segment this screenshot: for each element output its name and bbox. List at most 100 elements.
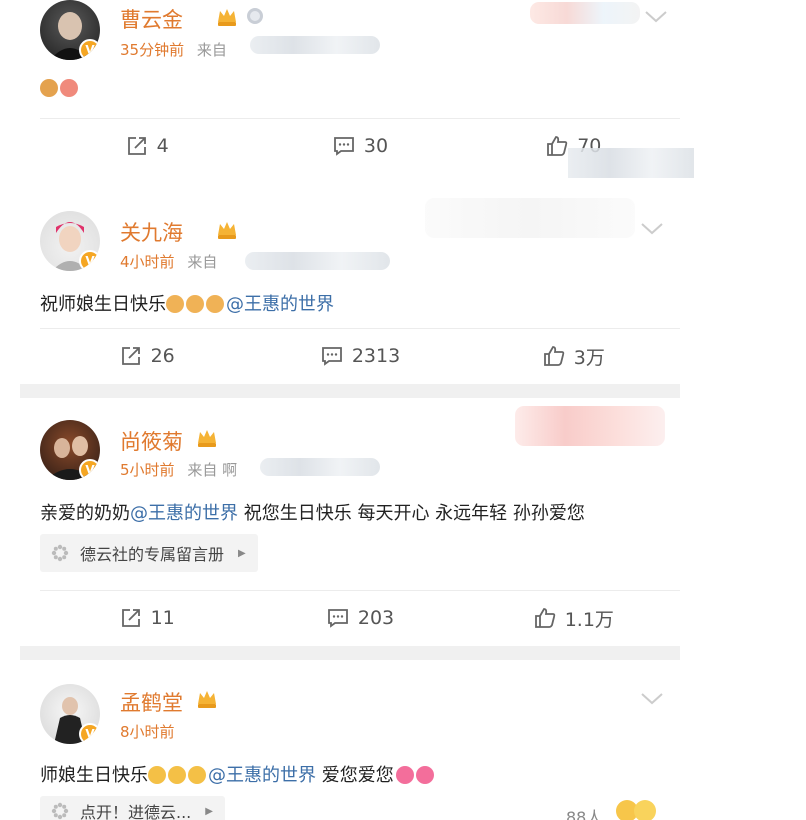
post-text: 祝师娘生日快乐 (40, 294, 166, 315)
crown-icon (198, 430, 216, 447)
verified-badge-icon: V (79, 723, 100, 744)
action-bar: 26 2313 3万 (40, 336, 680, 376)
comment-button[interactable]: 30 (253, 126, 466, 166)
cake-icon (186, 295, 204, 313)
post-meta: 4小时前 来自 (120, 251, 217, 272)
user-name[interactable]: 孟鹤堂 (120, 687, 183, 717)
share-count: 4 (156, 135, 169, 157)
post-meta: 35分钟前 来自 (120, 39, 227, 60)
blurred-decoration (530, 2, 640, 24)
crown-icon (218, 222, 236, 239)
post-2: V 关九海 4小时前 来自 祝师娘生日快乐 @王惠的世界 26 2313 3万 (20, 190, 680, 384)
flower-icon (51, 544, 69, 562)
post-text-tail: 祝您生日快乐 每天开心 永远年轻 孙孙爱您 (238, 503, 585, 524)
share-icon (121, 347, 140, 365)
grinning-face-icon (634, 800, 656, 820)
tag-label: 德云社的专属留言册 (80, 545, 225, 564)
share-icon (121, 609, 140, 627)
topic-tag[interactable]: 德云社的专属留言册 ▶ (40, 534, 258, 572)
share-button[interactable]: 26 (40, 336, 253, 376)
blurred-source (250, 36, 380, 54)
blurred-decoration (425, 198, 635, 238)
crying-face-icon (168, 766, 186, 784)
post-text: 师娘生日快乐 (40, 765, 148, 786)
chevron-down-icon[interactable] (644, 10, 668, 24)
avatar[interactable]: V (40, 420, 100, 480)
emoji-stack (616, 800, 660, 820)
medal-icon (247, 8, 263, 24)
post-source: 来自 啊 (187, 461, 238, 479)
like-button[interactable]: 1.1万 (467, 598, 680, 638)
flower-icon (51, 802, 69, 820)
post-4: V 孟鹤堂 8小时前 师娘生日快乐 @王惠的世界 爱您爱您 点开！进德云... ▶… (20, 660, 680, 820)
verified-badge-icon: V (79, 250, 100, 271)
heart-icon (415, 766, 434, 784)
like-button[interactable]: 3万 (467, 336, 680, 376)
chevron-down-icon[interactable] (640, 222, 664, 236)
post-time: 5小时前 (120, 461, 175, 479)
post-content: 师娘生日快乐 @王惠的世界 爱您爱您 (40, 761, 436, 787)
comment-count: 203 (357, 607, 395, 629)
thumbs-up-icon (547, 136, 568, 156)
divider (40, 118, 680, 119)
post-meta: 5小时前 来自 啊 (120, 459, 237, 480)
cake-icon (40, 79, 58, 97)
cake-icon (206, 295, 224, 313)
comment-icon (321, 347, 342, 366)
verified-badge-icon: V (79, 459, 100, 480)
verified-badge-icon: V (79, 39, 100, 60)
share-icon (127, 137, 146, 155)
cake-icon (166, 295, 184, 313)
user-name[interactable]: 关九海 (120, 217, 183, 247)
post-1: V 曹云金 35分钟前 来自 4 30 70 (20, 0, 694, 178)
mention-link[interactable]: @王惠的世界 (226, 294, 334, 315)
avatar[interactable]: V (40, 684, 100, 744)
post-text: 亲爱的奶奶 (40, 503, 130, 524)
comment-count: 30 (363, 135, 389, 157)
cake-face-icon (60, 79, 78, 97)
crown-icon (218, 9, 236, 26)
post-3: V 尚筱菊 5小时前 来自 啊 亲爱的奶奶@王惠的世界 祝您生日快乐 每天开心 … (20, 398, 680, 646)
share-button[interactable]: 11 (40, 598, 253, 638)
mention-link[interactable]: @王惠的世界 (130, 503, 238, 524)
user-name[interactable]: 曹云金 (120, 4, 183, 34)
post-text-tail: 爱您爱您 (316, 765, 394, 786)
post-meta: 8小时前 (120, 721, 175, 742)
post-separator (20, 646, 680, 660)
avatar[interactable]: V (40, 0, 100, 60)
mention-link[interactable]: @王惠的世界 (208, 765, 316, 786)
post-separator (20, 384, 680, 398)
blurred-source (245, 252, 390, 270)
share-count: 26 (150, 345, 175, 367)
like-count: 3万 (573, 346, 605, 369)
crying-face-icon (188, 766, 206, 784)
blurred-overlay (568, 148, 694, 178)
post-source: 来自 (187, 253, 218, 271)
post-source: 来自 (196, 41, 227, 59)
post-time: 4小时前 (120, 253, 175, 271)
post-content: 亲爱的奶奶@王惠的世界 祝您生日快乐 每天开心 永远年轻 孙孙爱您 (40, 499, 585, 525)
thumbs-up-icon (534, 608, 555, 628)
share-button[interactable]: 4 (40, 126, 253, 166)
blurred-decoration (515, 406, 665, 446)
chevron-down-icon[interactable] (640, 692, 664, 706)
action-bar: 11 203 1.1万 (40, 598, 680, 638)
participant-count: 88人 (566, 808, 603, 820)
avatar[interactable]: V (40, 211, 100, 271)
comment-count: 2313 (351, 345, 401, 367)
comment-icon (333, 137, 354, 156)
blurred-source (260, 458, 380, 476)
comment-button[interactable]: 203 (253, 598, 466, 638)
post-time: 35分钟前 (120, 41, 185, 59)
thumbs-up-icon (543, 346, 564, 366)
crown-icon (198, 691, 216, 708)
user-name[interactable]: 尚筱菊 (120, 426, 183, 456)
post-content (40, 78, 80, 99)
divider (40, 590, 680, 591)
share-count: 11 (150, 607, 175, 629)
comment-button[interactable]: 2313 (253, 336, 466, 376)
chevron-right-icon: ▶ (238, 547, 246, 559)
crying-face-icon (148, 766, 166, 784)
divider (40, 328, 680, 329)
topic-tag[interactable]: 点开！进德云... ▶ (40, 796, 225, 820)
